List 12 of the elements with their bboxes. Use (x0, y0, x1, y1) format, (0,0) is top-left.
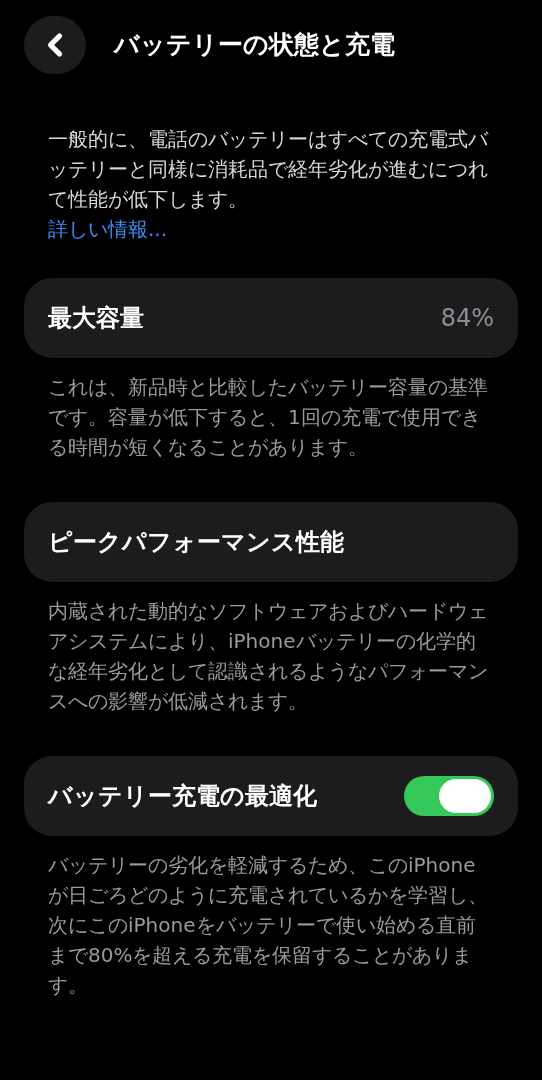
setting-description: 内蔵された動的なソフトウェアおよびハードウェアシステムにより、iPhoneバッテリーの化学的な経年劣化として認識されるようなパフォーマンスへの影響が低減されます。 (47, 598, 489, 715)
learn-more-link[interactable]: 詳しい情報... (48, 214, 494, 244)
setting-label: ピークパフォーマンス性能 (48, 527, 344, 558)
intro-text: 一般的に、電話のバッテリーはすべての充電式バッテリーと同様に消耗品で経年劣化が進むにつれて性能が低下します。 詳しい情報... (0, 124, 542, 244)
setting-label: 最大容量 (48, 303, 144, 334)
setting-value: 84% (440, 303, 494, 334)
setting-description: バッテリーの劣化を軽減するため、このiPhoneが日ごろどのように充電されているかを学習し、次にこのiPhoneをバッテリーで使い始める直前まで80%を超える充電を保留することがあります。 (47, 852, 489, 999)
toggle-knob (439, 779, 491, 813)
setting-label: バッテリー充電の最適化 (48, 781, 317, 812)
setting-description: これは、新品時と比較したバッテリー容量の基準です。容量が低下すると、1回の充電で使用できる時間が短くなることがあります。 (47, 374, 489, 461)
toggle-switch[interactable] (404, 776, 494, 816)
page-title: バッテリーの状態と充電 (114, 29, 395, 62)
